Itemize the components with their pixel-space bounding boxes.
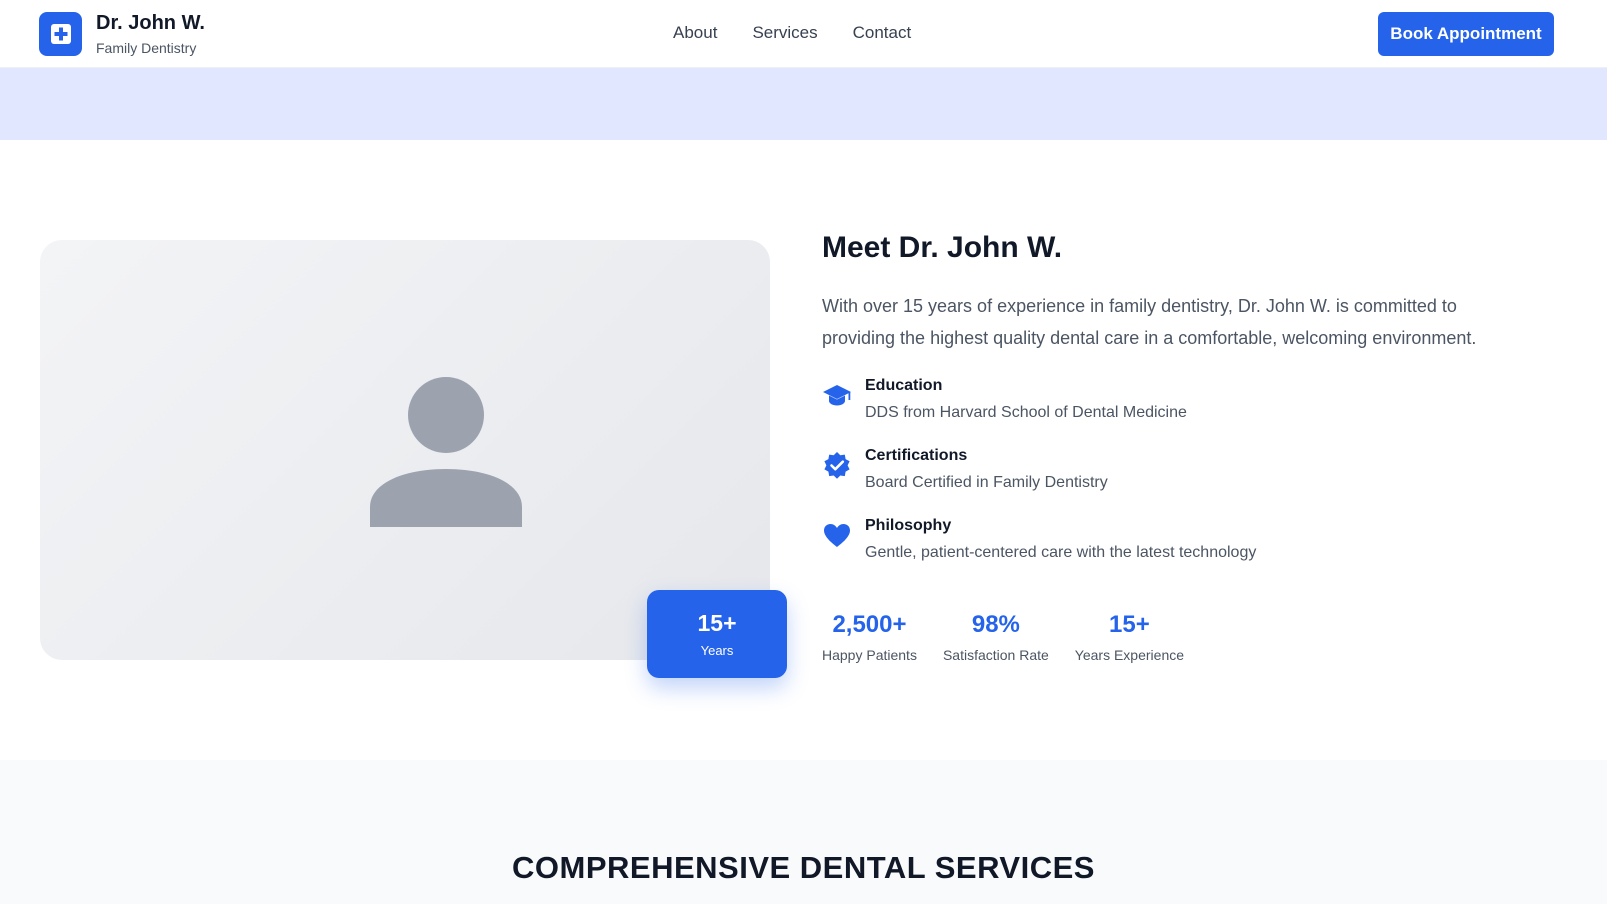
feature-description: Board Certified in Family Dentistry: [865, 474, 1108, 491]
years-badge-value: 15+: [697, 610, 737, 636]
stat-label: Satisfaction Rate: [942, 647, 1049, 663]
feature-philosophy: Philosophy Gentle, patient-centered care…: [822, 514, 1542, 584]
graduation-cap-icon: [823, 385, 851, 406]
stat-value: 98%: [971, 611, 1020, 638]
services-heading: COMPREHENSIVE DENTAL SERVICES: [512, 850, 1095, 885]
site-header: Dr. John W. Family Dentistry About Servi…: [0, 0, 1607, 68]
brand-name: Dr. John W.: [96, 12, 205, 34]
feature-description: Gentle, patient-centered care with the l…: [865, 544, 1257, 561]
feature-list: Education DDS from Harvard School of Den…: [822, 374, 1542, 584]
nav-link-services[interactable]: Services: [752, 22, 817, 44]
feature-description: DDS from Harvard School of Dental Medici…: [865, 404, 1187, 421]
heart-icon: [824, 524, 850, 547]
stat-happy-patients: 2,500+ Happy Patients: [822, 610, 917, 664]
stat-label: Years Experience: [1074, 647, 1185, 663]
badge-check-icon: [824, 452, 850, 479]
about-intro: With over 15 years of experience in fami…: [822, 296, 1477, 348]
about-title: Meet Dr. John W.: [822, 231, 1063, 264]
stat-value: 15+: [1109, 611, 1150, 638]
years-badge: 15+ Years: [647, 590, 787, 678]
feature-certifications: Certifications Board Certified in Family…: [822, 444, 1542, 514]
services-section: COMPREHENSIVE DENTAL SERVICES: [0, 760, 1607, 904]
stat-satisfaction-rate: 98% Satisfaction Rate: [943, 610, 1049, 664]
stat-years-experience: 15+ Years Experience: [1075, 610, 1184, 664]
hero-band: [0, 68, 1607, 140]
years-badge-label: Years: [700, 643, 734, 658]
feature-title: Philosophy: [865, 517, 952, 534]
feature-education: Education DDS from Harvard School of Den…: [822, 374, 1542, 444]
brand-subtitle: Family Dentistry: [96, 40, 197, 56]
feature-title: Education: [865, 377, 943, 394]
main-nav: About Services Contact: [673, 22, 946, 44]
about-section: Meet Dr. John W. With over 15 years of e…: [822, 228, 1542, 664]
user-avatar-icon: [370, 377, 522, 527]
brand[interactable]: Dr. John W. Family Dentistry: [39, 12, 205, 56]
stat-label: Happy Patients: [822, 647, 917, 663]
book-appointment-button[interactable]: Book Appointment: [1378, 12, 1554, 56]
stats-row: 2,500+ Happy Patients 98% Satisfaction R…: [822, 610, 1542, 664]
nav-link-about[interactable]: About: [673, 22, 717, 44]
stat-value: 2,500+: [832, 611, 907, 638]
medical-cross-icon: [39, 12, 82, 56]
nav-link-contact[interactable]: Contact: [853, 22, 912, 44]
feature-title: Certifications: [865, 447, 968, 464]
